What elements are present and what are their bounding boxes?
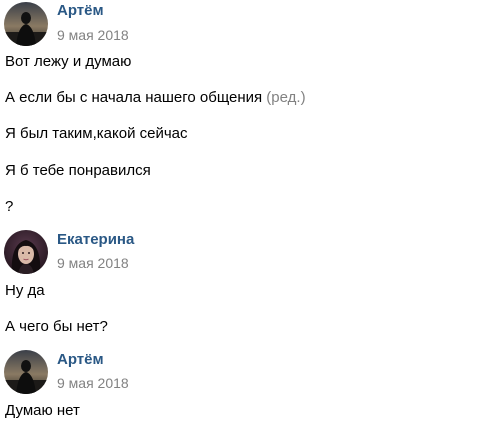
message-text: А чего бы нет? bbox=[5, 318, 108, 336]
message-date[interactable]: 9 мая 2018 bbox=[57, 27, 129, 43]
message-text-content: ? bbox=[5, 198, 14, 215]
message-text-content: Я б тебе понравился bbox=[5, 162, 151, 179]
message-text-content: Ну да bbox=[5, 282, 45, 299]
message-text-content: Думаю нет bbox=[5, 402, 80, 419]
edited-label[interactable]: (ред.) bbox=[266, 89, 305, 106]
message-text-content: А если бы с начала нашего общения bbox=[5, 89, 263, 106]
message-text: Ну да bbox=[5, 282, 45, 300]
artem-avatar-image bbox=[4, 2, 48, 46]
avatar[interactable] bbox=[4, 2, 48, 46]
avatar[interactable] bbox=[4, 230, 48, 274]
chat-history: Артём 9 мая 2018 Вот лежу и думаю А если… bbox=[0, 0, 487, 427]
message-text: Я б тебе понравился bbox=[5, 162, 151, 180]
message-date[interactable]: 9 мая 2018 bbox=[57, 255, 129, 271]
message-author[interactable]: Артём bbox=[57, 2, 104, 20]
message-text: Я был таким,какой сейчас bbox=[5, 125, 188, 143]
message-date[interactable]: 9 мая 2018 bbox=[57, 375, 129, 391]
message-text-content: Я был таким,какой сейчас bbox=[5, 125, 188, 142]
message-text: А если бы с начала нашего общения (ред.) bbox=[5, 89, 306, 107]
message-text: Вот лежу и думаю bbox=[5, 53, 131, 71]
message-text-content: А чего бы нет? bbox=[5, 318, 108, 335]
message-author[interactable]: Артём bbox=[57, 351, 104, 369]
message-text: Думаю нет bbox=[5, 402, 80, 420]
avatar[interactable] bbox=[4, 350, 48, 394]
message-author[interactable]: Екатерина bbox=[57, 231, 134, 249]
ekaterina-avatar-image bbox=[4, 230, 48, 274]
message-text-content: Вот лежу и думаю bbox=[5, 53, 132, 70]
artem-avatar-image bbox=[4, 350, 48, 394]
message-text: ? bbox=[5, 198, 13, 216]
